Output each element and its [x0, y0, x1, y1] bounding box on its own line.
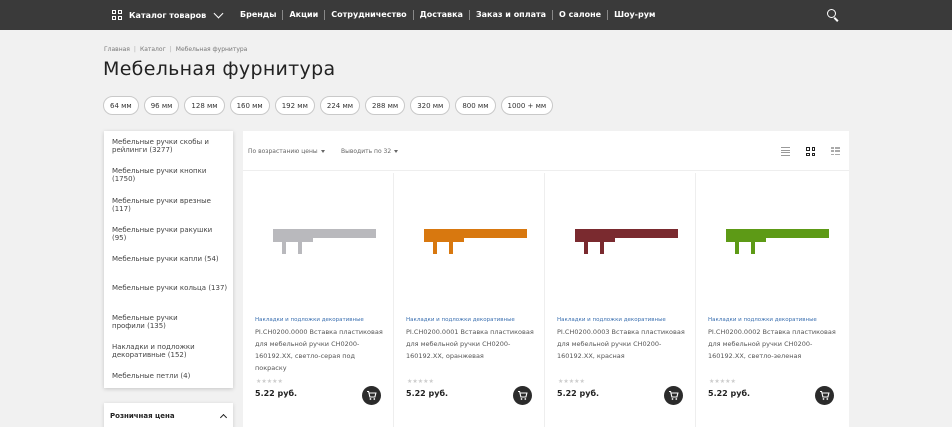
- product-category[interactable]: Накладки и подложки декоративные: [255, 317, 364, 323]
- breadcrumb-separator: |: [169, 46, 172, 53]
- list-view-icon[interactable]: [781, 147, 790, 156]
- product-price: 5.22 руб.: [708, 389, 751, 398]
- product-category[interactable]: Накладки и подложки декоративные: [406, 317, 515, 323]
- size-chip[interactable]: 160 мм: [229, 96, 270, 115]
- add-to-cart-button[interactable]: [815, 386, 834, 405]
- price-filter-label: Розничная цена: [110, 412, 175, 420]
- sidebar-item-staples[interactable]: Мебельные ручки скобы и рейлинги (3277): [112, 138, 228, 154]
- nav-item-showroom[interactable]: Шоу-рум: [607, 10, 661, 20]
- sidebar-item-profiles[interactable]: Мебельные ручки профили (135): [112, 314, 192, 330]
- cart-icon: [367, 390, 377, 400]
- sidebar-item-overlays[interactable]: Накладки и подложки декоративные (152): [112, 343, 207, 359]
- catalog-label: Каталог товаров: [129, 10, 207, 20]
- size-chip[interactable]: 800 мм: [455, 96, 496, 115]
- cart-icon: [518, 390, 528, 400]
- product-image[interactable]: [258, 213, 379, 263]
- product-name[interactable]: PI.CH0200.0003 Вставка пластиковая для м…: [557, 326, 690, 362]
- product-card[interactable]: Накладки и подложки декоративные PI.CH02…: [696, 173, 847, 427]
- product-card[interactable]: Накладки и подложки декоративные PI.CH02…: [243, 173, 394, 427]
- sidebar-item-inset[interactable]: Мебельные ручки врезные (117): [112, 197, 228, 213]
- product-image[interactable]: [711, 213, 832, 263]
- table-view-icon[interactable]: [831, 147, 840, 156]
- add-to-cart-button[interactable]: [362, 386, 381, 405]
- product-card[interactable]: Накладки и подложки декоративные PI.CH02…: [394, 173, 545, 427]
- main-nav: Бренды Акции Сотрудничество Доставка Зак…: [234, 0, 661, 30]
- size-chip[interactable]: 64 мм: [103, 96, 139, 115]
- breadcrumb: Главная | Каталог | Мебельная фурнитура: [104, 46, 247, 53]
- page-title: Мебельная фурнитура: [103, 58, 336, 80]
- grid-icon: [112, 10, 122, 20]
- rating-stars: ★★★★★: [256, 378, 283, 385]
- sidebar-item-hinges[interactable]: Мебельные петли (4): [112, 372, 228, 380]
- product-price: 5.22 руб.: [406, 389, 449, 398]
- catalog-button[interactable]: Каталог товаров: [112, 0, 206, 30]
- product-price: 5.22 руб.: [557, 389, 600, 398]
- size-filter-chips: 64 мм 96 мм 128 мм 160 мм 192 мм 224 мм …: [103, 96, 554, 115]
- sort-label: По возрастанию цены: [248, 148, 318, 155]
- listing-toolbar: По возрастанию цены Выводить по 32: [243, 131, 849, 171]
- product-card[interactable]: Накладки и подложки декоративные PI.CH02…: [545, 173, 696, 427]
- nav-item-promotions[interactable]: Акции: [282, 10, 324, 20]
- sidebar-item-drops[interactable]: Мебельные ручки капли (54): [112, 255, 228, 263]
- nav-item-order-payment[interactable]: Заказ и оплата: [468, 10, 552, 20]
- product-category[interactable]: Накладки и подложки декоративные: [708, 317, 817, 323]
- cart-icon: [669, 390, 679, 400]
- breadcrumb-separator: |: [133, 46, 136, 53]
- product-category[interactable]: Накладки и подложки декоративные: [557, 317, 666, 323]
- price-filter[interactable]: Розничная цена: [104, 403, 233, 427]
- product-name[interactable]: PI.CH0200.0001 Вставка пластиковая для м…: [406, 326, 539, 362]
- chevron-down-icon[interactable]: [213, 8, 224, 19]
- size-chip[interactable]: 224 мм: [319, 96, 361, 115]
- category-sidebar: Мебельные ручки скобы и рейлинги (3277) …: [104, 131, 233, 388]
- search-icon[interactable]: [827, 9, 839, 22]
- size-chip[interactable]: 320 мм: [410, 96, 451, 115]
- nav-item-cooperation[interactable]: Сотрудничество: [324, 10, 412, 20]
- breadcrumb-catalog[interactable]: Каталог: [140, 46, 166, 53]
- sidebar-item-knobs[interactable]: Мебельные ручки кнопки (1750): [112, 167, 228, 183]
- nav-item-delivery[interactable]: Доставка: [412, 10, 469, 20]
- product-image[interactable]: [409, 213, 530, 263]
- breadcrumb-home[interactable]: Главная: [104, 46, 130, 53]
- nav-item-about[interactable]: О салоне: [552, 10, 607, 20]
- product-image[interactable]: [560, 213, 681, 263]
- top-navigation-bar: Каталог товаров Бренды Акции Сотрудничес…: [0, 0, 952, 30]
- cart-icon: [820, 390, 830, 400]
- breadcrumb-current: Мебельная фурнитура: [175, 46, 248, 53]
- product-listing: По возрастанию цены Выводить по 32 Накла…: [243, 131, 849, 427]
- size-chip[interactable]: 96 мм: [143, 96, 180, 115]
- grid-view-icon[interactable]: [806, 147, 815, 156]
- sidebar-item-shells[interactable]: Мебельные ручки ракушки (95): [112, 226, 228, 242]
- product-name[interactable]: PI.CH0200.0002 Вставка пластиковая для м…: [708, 326, 841, 362]
- sort-dropdown[interactable]: По возрастанию цены: [248, 148, 325, 155]
- per-page-dropdown[interactable]: Выводить по 32: [341, 148, 399, 155]
- sidebar-item-rings[interactable]: Мебельные ручки кольца (137): [112, 284, 228, 292]
- size-chip[interactable]: 288 мм: [365, 96, 406, 115]
- add-to-cart-button[interactable]: [664, 386, 683, 405]
- add-to-cart-button[interactable]: [513, 386, 532, 405]
- rating-stars: ★★★★★: [407, 378, 434, 385]
- rating-stars: ★★★★★: [558, 378, 585, 385]
- per-page-label: Выводить по 32: [341, 148, 392, 155]
- nav-item-brands[interactable]: Бренды: [234, 10, 282, 20]
- size-chip[interactable]: 1000 + мм: [500, 96, 554, 115]
- product-name[interactable]: PI.CH0200.0000 Вставка пластиковая для м…: [255, 326, 388, 374]
- size-chip[interactable]: 128 мм: [184, 96, 225, 115]
- rating-stars: ★★★★★: [709, 378, 736, 385]
- caret-down-icon: [320, 150, 325, 153]
- product-price: 5.22 руб.: [255, 389, 298, 398]
- size-chip[interactable]: 192 мм: [274, 96, 315, 115]
- chevron-up-icon[interactable]: [219, 413, 228, 422]
- caret-down-icon: [394, 150, 399, 153]
